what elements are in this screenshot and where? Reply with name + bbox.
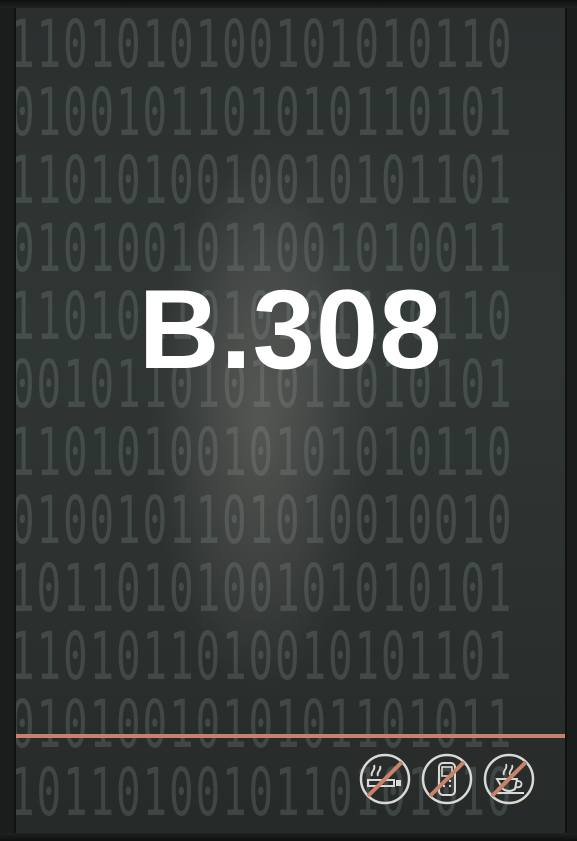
door-sign: 1101010100101010110 0100101101010110101 … bbox=[0, 0, 577, 841]
binary-row: 0101001010101101011 bbox=[16, 686, 514, 763]
binary-row: 1101010100101010110 bbox=[16, 8, 514, 83]
binary-row: 1101011010010101101 bbox=[16, 618, 514, 695]
accent-divider bbox=[16, 734, 565, 738]
sign-bottom-edge bbox=[0, 833, 577, 841]
no-food-drink-icon bbox=[483, 753, 535, 805]
binary-row: 0100101101010110101 bbox=[16, 74, 514, 151]
sign-panel: 1101010100101010110 0100101101010110101 … bbox=[14, 8, 567, 833]
binary-pattern-background: 1101010100101010110 0100101101010110101 … bbox=[16, 8, 565, 833]
sign-top-edge bbox=[0, 0, 577, 8]
binary-row: 1011010100101010101 bbox=[16, 550, 514, 627]
binary-row: 1101010010101010110 bbox=[16, 414, 514, 491]
room-number: B.308 bbox=[138, 267, 443, 392]
binary-row: 0100101101010010010 bbox=[16, 482, 514, 559]
no-mobile-phone-icon bbox=[421, 753, 473, 805]
binary-row: 1101010010010101101 bbox=[16, 142, 514, 219]
no-smoking-icon bbox=[359, 753, 411, 805]
